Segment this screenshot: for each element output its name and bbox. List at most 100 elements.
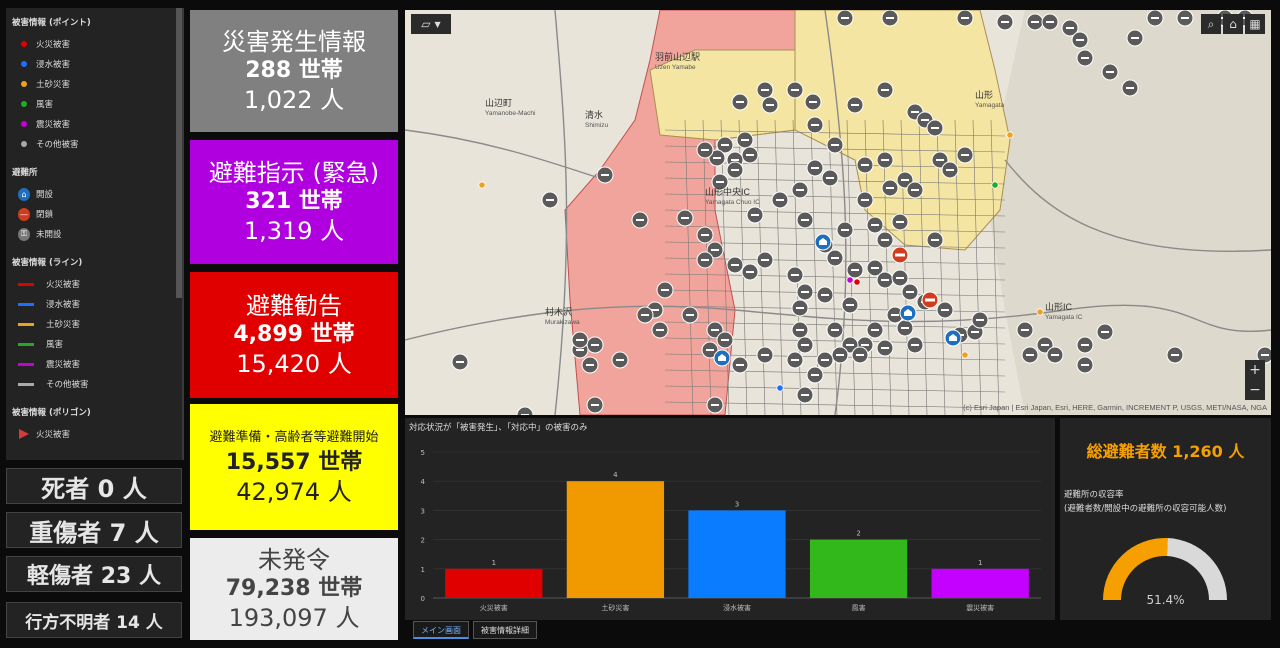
shelter-unopened-icon[interactable]	[1076, 356, 1094, 374]
shelter-unopened-icon[interactable]	[821, 169, 839, 187]
shelter-unopened-icon[interactable]	[826, 136, 844, 154]
shelter-unopened-icon[interactable]	[736, 131, 754, 149]
shelter-unopened-icon[interactable]	[876, 339, 894, 357]
shelter-unopened-icon[interactable]	[1071, 31, 1089, 49]
shelter-unopened-icon[interactable]	[896, 319, 914, 337]
shelter-unopened-icon[interactable]	[941, 161, 959, 179]
shelter-unopened-icon[interactable]	[851, 346, 869, 364]
shelter-unopened-icon[interactable]	[881, 179, 899, 197]
home-button[interactable]: ⌂	[1223, 14, 1243, 34]
shelter-unopened-icon[interactable]	[761, 96, 779, 114]
shelter-unopened-icon[interactable]	[1041, 13, 1059, 31]
map-canvas[interactable]: 山辺町 Yamanobe-Machi 清水 Shimizu 羽前山辺駅 Uzen Yama…	[405, 10, 1271, 415]
shelter-unopened-icon[interactable]	[936, 301, 954, 319]
shelter-unopened-icon[interactable]	[866, 321, 884, 339]
shelter-open-icon[interactable]	[899, 304, 917, 322]
shelter-unopened-icon[interactable]	[741, 146, 759, 164]
shelter-unopened-icon[interactable]	[731, 93, 749, 111]
shelter-unopened-icon[interactable]	[1176, 10, 1194, 27]
shelter-unopened-icon[interactable]	[756, 346, 774, 364]
damage-point-marker[interactable]	[1036, 308, 1044, 316]
damage-point-marker[interactable]	[478, 181, 486, 189]
shelter-unopened-icon[interactable]	[926, 231, 944, 249]
bar-震災被害[interactable]	[931, 568, 1029, 598]
bar-土砂災害[interactable]	[566, 481, 665, 598]
shelter-unopened-icon[interactable]	[771, 191, 789, 209]
shelter-unopened-icon[interactable]	[836, 10, 854, 27]
damage-point-marker[interactable]	[961, 351, 969, 359]
zoom-in-button[interactable]: +	[1245, 360, 1265, 380]
shelter-unopened-icon[interactable]	[1016, 321, 1034, 339]
basemap-button[interactable]: ▦	[1245, 14, 1265, 34]
shelter-unopened-icon[interactable]	[586, 396, 604, 414]
shelter-unopened-icon[interactable]	[786, 351, 804, 369]
shelter-unopened-icon[interactable]	[651, 321, 669, 339]
shelter-open-icon[interactable]	[713, 349, 731, 367]
shelter-unopened-icon[interactable]	[866, 216, 884, 234]
shelter-unopened-icon[interactable]	[716, 331, 734, 349]
shelter-unopened-icon[interactable]	[1166, 346, 1184, 364]
shelter-unopened-icon[interactable]	[836, 221, 854, 239]
tab-damage-detail[interactable]: 被害情報詳細	[473, 621, 537, 639]
shelter-unopened-icon[interactable]	[876, 231, 894, 249]
shelter-unopened-icon[interactable]	[846, 261, 864, 279]
shelter-unopened-icon[interactable]	[1046, 346, 1064, 364]
shelter-unopened-icon[interactable]	[696, 251, 714, 269]
shelter-unopened-icon[interactable]	[956, 10, 974, 27]
shelter-unopened-icon[interactable]	[726, 256, 744, 274]
shelter-unopened-icon[interactable]	[901, 283, 919, 301]
shelter-unopened-icon[interactable]	[746, 206, 764, 224]
shelter-unopened-icon[interactable]	[791, 181, 809, 199]
shelter-unopened-icon[interactable]	[1021, 346, 1039, 364]
shelter-unopened-icon[interactable]	[816, 286, 834, 304]
shelter-unopened-icon[interactable]	[881, 10, 899, 27]
shelter-unopened-icon[interactable]	[586, 336, 604, 354]
shelter-unopened-icon[interactable]	[696, 226, 714, 244]
zoom-out-button[interactable]: −	[1245, 380, 1265, 400]
shelter-unopened-icon[interactable]	[1101, 63, 1119, 81]
shelter-unopened-icon[interactable]	[806, 159, 824, 177]
search-button[interactable]: ⌕	[1201, 14, 1221, 34]
shelter-unopened-icon[interactable]	[1096, 323, 1114, 341]
shelter-closed-icon[interactable]	[921, 291, 939, 309]
map-layer-toggle[interactable]: ▱ ▼	[411, 14, 451, 34]
bar-風害[interactable]	[809, 539, 908, 598]
shelter-unopened-icon[interactable]	[796, 211, 814, 229]
shelter-unopened-icon[interactable]	[856, 191, 874, 209]
shelter-unopened-icon[interactable]	[971, 311, 989, 329]
shelter-unopened-icon[interactable]	[756, 81, 774, 99]
shelter-unopened-icon[interactable]	[636, 306, 654, 324]
shelter-unopened-icon[interactable]	[996, 13, 1014, 31]
shelter-unopened-icon[interactable]	[791, 321, 809, 339]
shelter-unopened-icon[interactable]	[696, 141, 714, 159]
shelter-unopened-icon[interactable]	[1146, 10, 1164, 27]
shelter-unopened-icon[interactable]	[816, 351, 834, 369]
shelter-unopened-icon[interactable]	[791, 299, 809, 317]
shelter-closed-icon[interactable]	[891, 246, 909, 264]
shelter-unopened-icon[interactable]	[826, 321, 844, 339]
map-view[interactable]: 山辺町 Yamanobe-Machi 清水 Shimizu 羽前山辺駅 Uzen Yama…	[405, 10, 1271, 415]
shelter-unopened-icon[interactable]	[676, 209, 694, 227]
bar-火災被害[interactable]	[445, 568, 543, 598]
shelter-unopened-icon[interactable]	[1076, 336, 1094, 354]
shelter-unopened-icon[interactable]	[831, 346, 849, 364]
shelter-unopened-icon[interactable]	[956, 146, 974, 164]
shelter-unopened-icon[interactable]	[706, 396, 724, 414]
shelter-unopened-icon[interactable]	[656, 281, 674, 299]
shelter-unopened-icon[interactable]	[876, 271, 894, 289]
shelter-unopened-icon[interactable]	[796, 386, 814, 404]
damage-point-marker[interactable]	[776, 384, 784, 392]
shelter-unopened-icon[interactable]	[611, 351, 629, 369]
shelter-unopened-icon[interactable]	[876, 151, 894, 169]
tab-main[interactable]: メイン画面	[413, 621, 469, 639]
shelter-unopened-icon[interactable]	[741, 263, 759, 281]
shelter-unopened-icon[interactable]	[826, 249, 844, 267]
shelter-unopened-icon[interactable]	[926, 119, 944, 137]
shelter-unopened-icon[interactable]	[891, 213, 909, 231]
shelter-unopened-icon[interactable]	[1076, 49, 1094, 67]
shelter-unopened-icon[interactable]	[631, 211, 649, 229]
shelter-unopened-icon[interactable]	[906, 336, 924, 354]
shelter-unopened-icon[interactable]	[806, 366, 824, 384]
shelter-unopened-icon[interactable]	[796, 336, 814, 354]
shelter-unopened-icon[interactable]	[806, 116, 824, 134]
